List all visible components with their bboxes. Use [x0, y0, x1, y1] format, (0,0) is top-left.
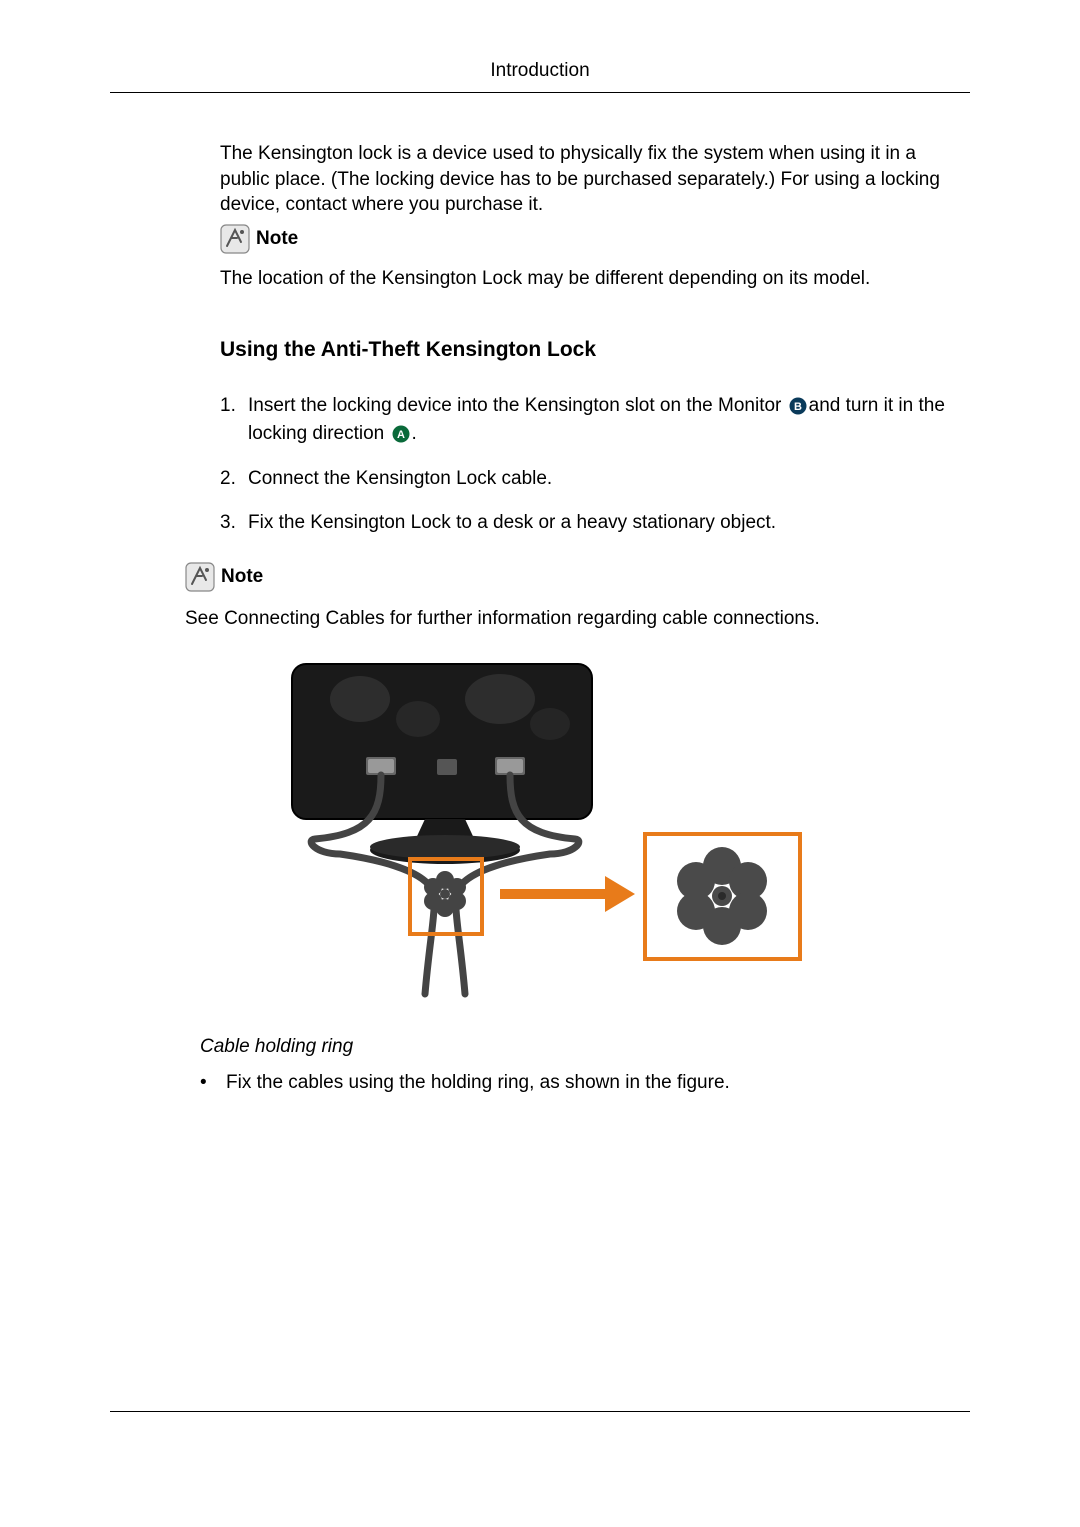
step-number: 3. [220, 509, 248, 538]
svg-text:B: B [794, 401, 802, 413]
figure-caption: Cable holding ring [110, 1036, 970, 1058]
svg-text:A: A [397, 429, 405, 441]
bullet-list: • Fix the cables using the holding ring,… [110, 1072, 970, 1094]
step-text-part: Insert the locking device into the Kensi… [248, 395, 787, 416]
footer-divider [110, 1411, 970, 1412]
badge-a-icon: A [392, 425, 410, 443]
step-text: Connect the Kensington Lock cable. [248, 465, 970, 494]
bullet-text: Fix the cables using the holding ring, a… [226, 1072, 730, 1094]
note-icon [220, 224, 250, 254]
note-1: Note [220, 224, 970, 254]
note-2-text: See Connecting Cables for further inform… [110, 608, 970, 630]
note-2: Note [185, 562, 935, 592]
note-1-text: The location of the Kensington Lock may … [220, 266, 970, 293]
list-item: 1. Insert the locking device into the Ke… [220, 392, 970, 449]
note-label: Note [221, 566, 263, 588]
figure-cable-ring [270, 654, 810, 1004]
list-item: • Fix the cables using the holding ring,… [200, 1072, 970, 1094]
note-label: Note [256, 228, 298, 250]
badge-b-icon: B [789, 397, 807, 415]
header-title: Introduction [490, 60, 589, 81]
step-text: Fix the Kensington Lock to a desk or a h… [248, 509, 970, 538]
step-text: Insert the locking device into the Kensi… [248, 392, 970, 449]
list-item: 2. Connect the Kensington Lock cable. [220, 465, 970, 494]
section-heading: Using the Anti-Theft Kensington Lock [220, 338, 970, 362]
list-item: 3. Fix the Kensington Lock to a desk or … [220, 509, 970, 538]
step-number: 2. [220, 465, 248, 494]
intro-paragraph: The Kensington lock is a device used to … [220, 141, 970, 218]
note-icon [185, 562, 215, 592]
step-text-part: . [412, 423, 417, 444]
page-header: Introduction [110, 60, 970, 93]
step-number: 1. [220, 392, 248, 449]
bullet-icon: • [200, 1072, 226, 1094]
steps-list: 1. Insert the locking device into the Ke… [220, 392, 970, 538]
